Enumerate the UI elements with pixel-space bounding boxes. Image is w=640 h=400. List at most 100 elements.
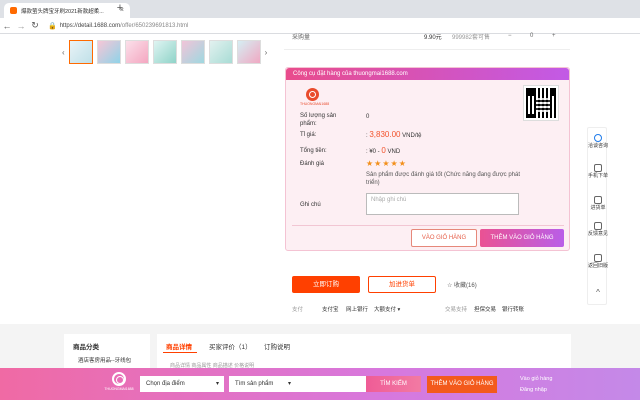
back-to-top-icon[interactable]: ^ <box>588 289 608 297</box>
qr-code-icon <box>523 85 559 121</box>
eval-label: Đánh giá <box>300 161 325 167</box>
bottom-brand: THUONGMAI1688 <box>104 387 134 391</box>
reload-icon[interactable]: ↻ <box>28 20 42 31</box>
search-input-label: Tìm sản phẩm <box>235 381 274 387</box>
fb-mobile-label: 手机下单 <box>588 173 609 179</box>
thumbnail-4[interactable] <box>152 40 177 64</box>
pay-alipay: 支付宝 <box>322 307 339 313</box>
search-button[interactable]: TÌM KIẾM <box>366 376 421 392</box>
tab-order-notes[interactable]: 订购说明 <box>264 341 290 351</box>
note-textarea[interactable]: Nhập ghi chú <box>366 193 519 215</box>
qty-plus-button[interactable]: + <box>552 33 556 39</box>
thumbnail-6[interactable] <box>208 40 233 64</box>
go-to-cart-link[interactable]: Vào giỏ hàng <box>520 376 552 382</box>
tab-product-detail[interactable]: 商品详情 <box>166 341 192 351</box>
url-path: /offer/650239691813.html <box>120 22 189 29</box>
chat-icon <box>594 134 602 142</box>
star-icon: ★ <box>374 159 382 168</box>
tool-brand: THUONGMAI1688 <box>300 102 330 106</box>
purchase-quantity-row: 采购量 9.90元 999982套可售 − 0 + <box>292 31 570 41</box>
fb-oldversion[interactable]: 返回旧版 <box>588 254 608 269</box>
buy-now-button[interactable]: 立即订购 <box>292 276 360 293</box>
brand-logo-icon <box>305 88 319 101</box>
pay-label: 支付 <box>292 307 304 313</box>
total-yuan: ¥0 - <box>369 149 382 155</box>
tab-buyer-reviews[interactable]: 买家评价（1） <box>209 341 252 351</box>
star-icon: ★ <box>390 159 398 168</box>
forward-icon[interactable]: → <box>14 21 28 31</box>
qty-minus-button[interactable]: − <box>508 33 512 39</box>
fb-chat-label: 洽谈咨询 <box>588 143 609 149</box>
divider <box>284 49 570 50</box>
location-select-label: Chọn địa điểm <box>146 381 185 387</box>
rate-label: Tỉ giá: <box>300 132 317 138</box>
thumbnail-5[interactable] <box>180 40 205 64</box>
category-box <box>64 334 150 370</box>
site-favicon-icon <box>10 7 17 14</box>
fb-feedback-label: 反馈意见 <box>588 231 609 237</box>
brand-logo-icon <box>112 372 126 386</box>
fb-list[interactable]: 进货单 <box>588 196 608 211</box>
search-input[interactable]: Tìm sản phẩm ▾ <box>229 376 366 392</box>
thumbs-prev-icon[interactable]: ‹ <box>62 48 65 57</box>
bottom-logo: THUONGMAI1688 <box>104 372 134 391</box>
active-tab-indicator <box>163 352 197 353</box>
star-icon: ★ <box>382 159 390 168</box>
tool-logo: THUONGMAI1688 <box>300 88 330 110</box>
address-bar[interactable]: https://detail.1688.com/offer/6502396918… <box>60 23 189 29</box>
rate-value: 3,830.00 <box>369 130 401 139</box>
rate-row: : 3,830.00 VND/tệ <box>366 130 422 139</box>
total-unit: VND <box>387 149 401 155</box>
star-icon: ★ <box>366 159 374 168</box>
thumbnail-2[interactable] <box>96 40 121 64</box>
category-item[interactable]: 酒店客房用品--牙线包 <box>78 356 131 364</box>
mobile-icon <box>594 164 602 172</box>
tool-header: Công cụ đặt hàng của thuongmai1688.com <box>286 68 569 80</box>
qty-input[interactable]: 0 <box>530 33 533 39</box>
new-tab-button[interactable]: + <box>113 2 127 14</box>
go-to-cart-button[interactable]: VÀO GIỎ HÀNG <box>411 229 477 247</box>
fb-feedback[interactable]: 反馈意见 <box>588 222 608 237</box>
trade-transfer: 银行转账 <box>502 307 525 313</box>
thumbnail-3[interactable] <box>124 40 149 64</box>
qty-row-label: 采购量 <box>292 34 311 41</box>
login-link[interactable]: Đăng nhập <box>520 387 547 393</box>
fb-oldversion-label: 返回旧版 <box>588 263 609 269</box>
rating-stars: ★ ★ ★ ★ ★ <box>366 160 406 168</box>
browser-tab[interactable]: 爆款萤头牌宝牙刷2021新款超柔... × <box>4 3 130 18</box>
unit-price: 9.90元 <box>424 34 442 41</box>
back-icon[interactable]: ← <box>0 21 14 31</box>
add-to-cart-button[interactable]: THÊM VÀO GIỎ HÀNG <box>480 229 564 247</box>
return-icon <box>594 254 602 262</box>
category-title: 商品分类 <box>73 344 99 351</box>
fb-mobile[interactable]: 手机下单 <box>588 164 608 179</box>
qty-value: 0 <box>366 114 370 120</box>
lock-icon[interactable]: 🔒 <box>48 22 57 30</box>
list-icon <box>594 196 602 204</box>
chevron-down-icon: ▾ <box>287 381 291 387</box>
add-to-purchase-list-button[interactable]: 加进货单 <box>368 276 436 293</box>
feedback-icon <box>594 222 602 230</box>
tab-title: 爆款萤头牌宝牙刷2021新款超柔... <box>21 8 104 15</box>
rate-unit: VND/tệ <box>402 133 422 139</box>
trade-label: 交易支持 <box>445 307 468 313</box>
url-host: https://detail.1688.com <box>59 22 121 29</box>
fb-list-label: 进货单 <box>590 205 606 211</box>
divider <box>292 225 564 226</box>
thumbs-next-icon[interactable]: › <box>265 48 268 57</box>
pay-large[interactable]: 大额支付 ▾ <box>374 305 400 313</box>
thumbnail-1[interactable] <box>68 40 93 64</box>
pay-bank: 网上银行 <box>346 307 369 313</box>
favorite-button[interactable]: ☆ 收藏(16) <box>447 280 477 289</box>
note-label: Ghi chú <box>300 202 321 208</box>
star-icon: ★ <box>398 159 406 168</box>
location-select[interactable]: Chọn địa điểm ▾ <box>140 376 224 392</box>
thumbnail-7[interactable] <box>236 40 261 64</box>
bottom-add-to-cart-button[interactable]: THÊM VÀO GIỎ HÀNG <box>427 376 497 393</box>
fb-chat[interactable]: 洽谈咨询 <box>588 134 608 149</box>
eval-note: Sản phẩm được đánh giá tốt (Chức năng đa… <box>366 172 521 186</box>
total-vnd: 0 <box>381 146 386 155</box>
browser-tab-bar: 爆款萤头牌宝牙刷2021新款超柔... × + <box>0 0 640 18</box>
trade-guarantee: 担保交易 <box>474 307 497 313</box>
stock-available: 999982套可售 <box>452 34 491 41</box>
